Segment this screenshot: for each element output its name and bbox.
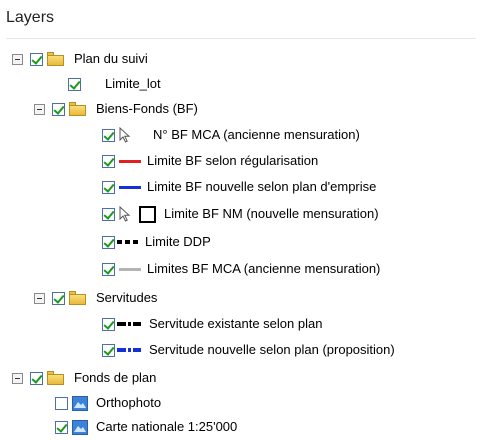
blue-line-symbol-icon <box>119 185 141 189</box>
panel-title: Layers <box>6 9 55 26</box>
tree-node-bf-mca[interactable]: Limites BF MCA (ancienne mensuration) <box>102 259 380 279</box>
folder-icon <box>69 102 86 116</box>
checkbox-serv-existante[interactable] <box>102 317 115 331</box>
tree-node-serv-nouvelle[interactable]: Servitude nouvelle selon plan (propositi… <box>102 340 395 360</box>
tree-label: Limites BF MCA (ancienne mensuration) <box>147 261 381 276</box>
tree-label: Fonds de plan <box>74 370 157 385</box>
tree-label: Biens-Fonds (BF) <box>96 101 198 116</box>
checkbox-plan-du-suivi[interactable] <box>30 52 43 66</box>
checkbox-carte-nationale[interactable] <box>55 420 68 434</box>
raster-layer-icon <box>72 395 88 411</box>
tree-label: Limite BF selon régularisation <box>147 153 319 168</box>
checkbox-limite-ddp[interactable] <box>102 235 115 249</box>
collapse-icon[interactable] <box>12 53 23 65</box>
tree-label: Servitude existante selon plan <box>149 316 323 331</box>
collapse-icon[interactable] <box>34 292 45 304</box>
tree-label: Carte nationale 1:25'000 <box>96 419 238 434</box>
tree-node-bf-regularisation[interactable]: Limite BF selon régularisation <box>102 151 318 171</box>
tree-label: Limite BF nouvelle selon plan d'emprise <box>147 179 377 194</box>
folder-icon <box>47 371 64 385</box>
pointer-symbol-icon <box>119 127 131 143</box>
pointer-symbol-icon <box>119 206 131 222</box>
checkbox-bf-emprise[interactable] <box>102 180 115 194</box>
collapse-icon[interactable] <box>34 103 45 115</box>
checkbox-bf-mca-num[interactable] <box>102 128 115 142</box>
tree-node-limite-ddp[interactable]: Limite DDP <box>102 232 211 252</box>
tree-label: Servitudes <box>96 290 158 305</box>
tree-node-biens-fonds[interactable]: Biens-Fonds (BF) <box>34 99 198 119</box>
tree-node-servitudes[interactable]: Servitudes <box>34 288 157 308</box>
tree-label: Limite_lot <box>105 76 161 91</box>
tree-node-orthophoto[interactable]: Orthophoto <box>55 393 161 413</box>
tree-node-carte-nationale[interactable]: Carte nationale 1:25'000 <box>55 417 237 437</box>
checkbox-biens-fonds[interactable] <box>52 102 65 116</box>
checkbox-serv-nouvelle[interactable] <box>102 343 115 357</box>
dashed-line-symbol-icon <box>117 240 141 244</box>
gray-line-symbol-icon <box>119 267 141 271</box>
tree-label: N° BF MCA (ancienne mensuration) <box>153 127 360 142</box>
square-outline-symbol-icon <box>139 205 156 223</box>
tree-node-bf-emprise[interactable]: Limite BF nouvelle selon plan d'emprise <box>102 177 376 197</box>
checkbox-bf-mca[interactable] <box>102 262 115 276</box>
raster-layer-icon <box>72 419 88 435</box>
tree-label: Plan du suivi <box>74 51 148 66</box>
checkbox-orthophoto[interactable] <box>55 396 68 410</box>
tree-node-bf-mca-num[interactable]: N° BF MCA (ancienne mensuration) <box>102 125 360 145</box>
collapse-icon[interactable] <box>12 372 23 384</box>
tree-node-bf-nm[interactable]: Limite BF NM (nouvelle mensuration) <box>102 204 379 224</box>
checkbox-servitudes[interactable] <box>52 291 65 305</box>
checkbox-limite-lot[interactable] <box>68 77 81 91</box>
checkbox-bf-nm[interactable] <box>102 207 115 221</box>
red-line-symbol-icon <box>119 159 141 163</box>
dash-dot-line-symbol-icon <box>117 322 141 326</box>
tree-node-serv-existante[interactable]: Servitude existante selon plan <box>102 314 322 334</box>
folder-icon <box>47 52 64 66</box>
tree-label: Limite BF NM (nouvelle mensuration) <box>164 206 379 221</box>
checkbox-bf-regularisation[interactable] <box>102 154 115 168</box>
folder-icon <box>69 291 86 305</box>
blue-dash-dot-line-symbol-icon <box>117 348 141 352</box>
tree-label: Orthophoto <box>96 395 162 410</box>
title-divider <box>6 38 476 39</box>
tree-label: Limite DDP <box>145 234 211 249</box>
checkbox-fonds-de-plan[interactable] <box>30 371 43 385</box>
tree-node-limite-lot[interactable]: Limite_lot <box>68 74 161 94</box>
tree-node-fonds-de-plan[interactable]: Fonds de plan <box>12 368 156 388</box>
tree-label: Servitude nouvelle selon plan (propositi… <box>149 342 395 357</box>
tree-node-plan-du-suivi[interactable]: Plan du suivi <box>12 49 148 69</box>
